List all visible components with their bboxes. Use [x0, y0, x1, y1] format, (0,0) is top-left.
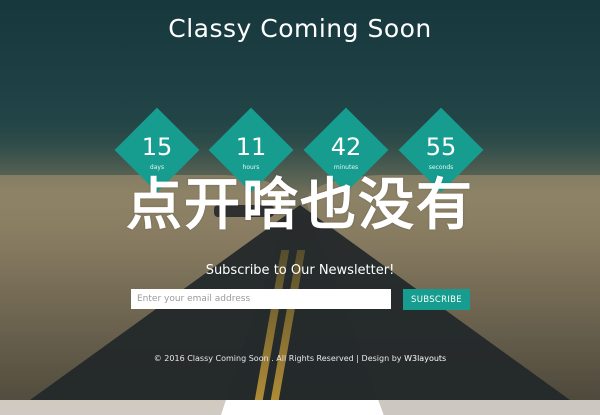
countdown-value: 55 [425, 133, 457, 161]
footer-designer-link[interactable]: W3layouts [404, 354, 446, 363]
page-title: Classy Coming Soon [168, 14, 432, 43]
countdown-value: 11 [235, 133, 267, 161]
countdown-value: 15 [141, 133, 173, 161]
email-input[interactable] [131, 289, 391, 309]
footer: © 2016 Classy Coming Soon . All Rights R… [0, 354, 600, 363]
footer-copyright: © 2016 Classy Coming Soon . All Rights R… [153, 354, 402, 363]
countdown-value: 42 [330, 133, 362, 161]
overlay-caption: 点开啥也没有 [126, 173, 474, 238]
subscribe-button[interactable]: SUBSCRIBE [403, 289, 470, 310]
newsletter-heading: Subscribe to Our Newsletter! [205, 263, 395, 278]
